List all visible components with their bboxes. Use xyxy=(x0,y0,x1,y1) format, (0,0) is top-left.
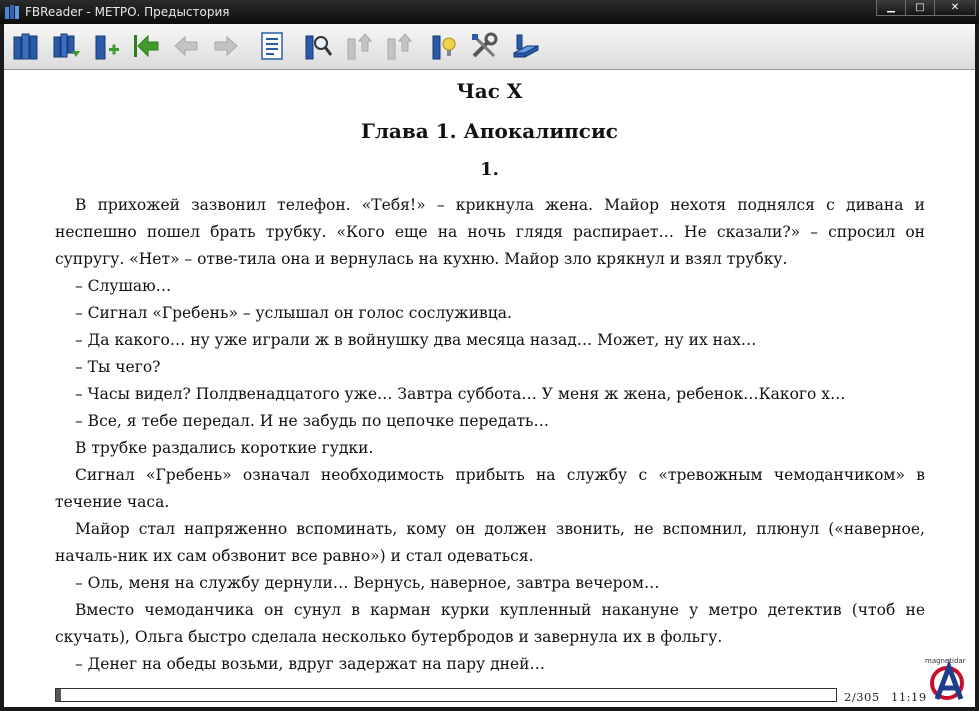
clock: 11:19 xyxy=(891,690,927,704)
paragraph: – Ты чего? xyxy=(75,358,161,376)
go-to-start-icon xyxy=(134,34,159,58)
forward-button[interactable] xyxy=(210,30,242,62)
page-position: 2/305 xyxy=(844,690,880,704)
paragraph: – Часы видел? Полдвенадцатого уже… Завтр… xyxy=(75,385,846,403)
book-text: В прихожей зазвонил телефон. «Тебя!» – к… xyxy=(55,192,925,678)
find-previous-icon xyxy=(347,33,373,60)
part-title: Час X xyxy=(456,79,523,103)
watermark-logo: magnetidar xyxy=(923,655,971,705)
fbreader-app-icon xyxy=(5,5,20,22)
back-arrow-icon xyxy=(174,35,198,57)
minimize-button[interactable]: ▁ xyxy=(876,0,906,16)
paragraph: – Все, я тебе передал. И не забудь по це… xyxy=(75,412,549,430)
library-button[interactable] xyxy=(10,30,42,62)
book-info-button[interactable] xyxy=(428,30,460,62)
find-next-icon xyxy=(387,33,413,60)
add-book-button[interactable] xyxy=(90,30,122,62)
book-info-icon xyxy=(432,35,456,60)
search-button[interactable] xyxy=(302,30,334,62)
reading-progress-bar[interactable] xyxy=(55,688,837,702)
table-of-contents-icon xyxy=(261,32,283,60)
search-icon xyxy=(305,35,333,60)
paragraph: – Слушаю… xyxy=(75,277,172,295)
watermark-text: magnetidar xyxy=(925,657,966,665)
paragraph: – Денег на обеды возьми, вдруг задержат … xyxy=(75,655,545,673)
find-next-button[interactable] xyxy=(382,30,414,62)
settings-button[interactable] xyxy=(468,30,500,62)
paragraph: Сигнал «Гребень» означал необходимость п… xyxy=(55,466,925,511)
paragraph: – Сигнал «Гребень» – услышал он голос со… xyxy=(75,304,512,322)
chapter-title: Глава 1. Апокалипсис xyxy=(361,119,618,143)
settings-icon xyxy=(472,32,498,58)
add-book-icon xyxy=(95,35,119,60)
recent-books-button[interactable] xyxy=(50,30,82,62)
close-button[interactable]: ✕ xyxy=(934,0,976,16)
rotate-screen-icon xyxy=(513,34,539,58)
paragraph: Вместо чемоданчика он сунул в карман кур… xyxy=(55,601,925,646)
recent-books-icon xyxy=(53,33,80,58)
section-number: 1. xyxy=(480,159,499,180)
paragraph: Майор стал напряженно вспоминать, кому о… xyxy=(55,520,925,565)
paragraph: В прихожей зазвонил телефон. «Тебя!» – к… xyxy=(55,196,925,268)
paragraph: – Да какого… ну уже играли ж в войнушку … xyxy=(75,331,757,349)
find-previous-button[interactable] xyxy=(342,30,374,62)
library-icon xyxy=(13,33,38,60)
paragraph: – Оль, меня на службу дернули… Вернусь, … xyxy=(75,574,660,592)
paragraph: В трубке раздались короткие гудки. xyxy=(75,439,374,457)
back-button[interactable] xyxy=(170,30,202,62)
rotate-screen-button[interactable] xyxy=(510,30,542,62)
reading-page[interactable]: Час X Глава 1. Апокалипсис 1. В прихожей… xyxy=(4,70,975,707)
window-title: FBReader - МЕТРО. Предыстория xyxy=(25,5,230,19)
title-bar: FBReader - МЕТРО. Предыстория ▁ □ ✕ xyxy=(0,0,979,24)
maximize-button[interactable]: □ xyxy=(905,0,935,16)
table-of-contents-button[interactable] xyxy=(256,30,288,62)
go-to-start-button[interactable] xyxy=(130,30,162,62)
forward-arrow-icon xyxy=(214,35,238,57)
reading-progress-fill xyxy=(56,689,61,701)
toolbar xyxy=(4,24,975,70)
